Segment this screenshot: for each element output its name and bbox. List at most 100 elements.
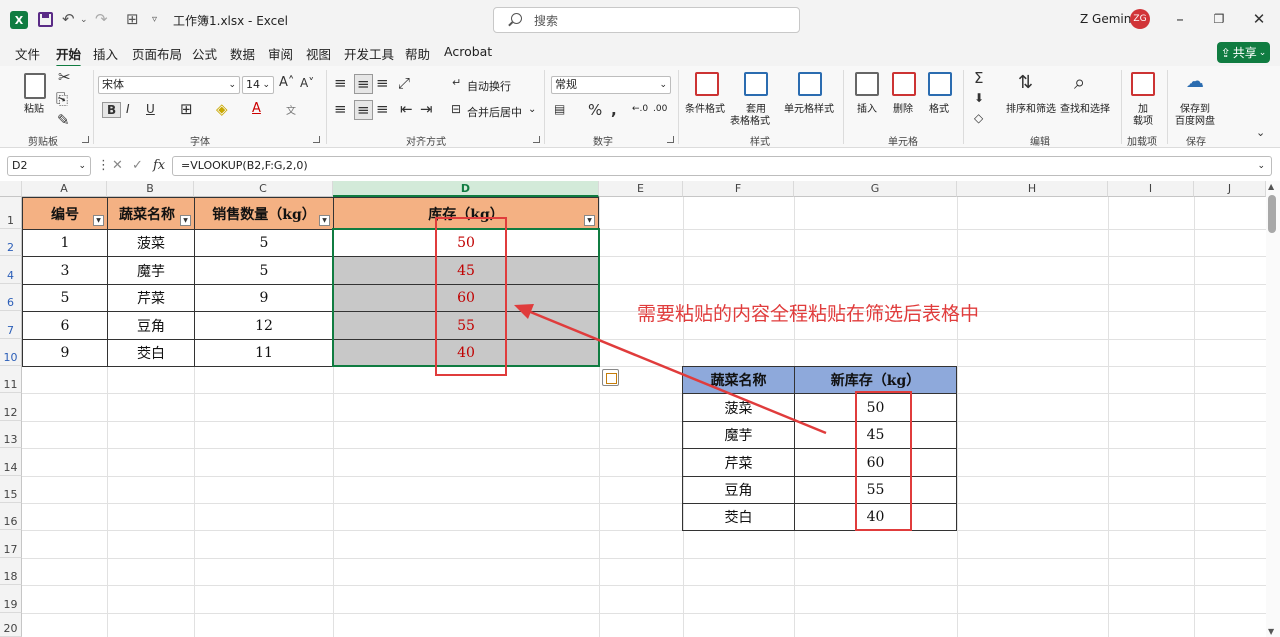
table1-cell-sales[interactable]: 5	[194, 229, 334, 257]
select-all-corner[interactable]	[0, 181, 22, 197]
table2-cell-stock[interactable]: 40	[794, 503, 957, 531]
vertical-scrollbar[interactable]	[1266, 181, 1280, 637]
table1-cell-id[interactable]: 1	[22, 229, 108, 257]
table1-cell-sales[interactable]: 11	[194, 339, 334, 367]
scroll-down-icon[interactable]: ▼	[1268, 627, 1274, 636]
tab-file[interactable]: 文件	[15, 44, 40, 63]
table2-cell-name[interactable]: 豆角	[682, 476, 795, 504]
baidu-cloud-icon[interactable]: ☁	[1186, 71, 1204, 92]
align-middle-icon[interactable]: ≡	[354, 74, 373, 94]
row-header[interactable]: 17	[0, 530, 22, 558]
table2-cell-name[interactable]: 菠菜	[682, 393, 795, 422]
table1-cell-sales[interactable]: 9	[194, 284, 334, 312]
collapse-ribbon-icon[interactable]: ⌄	[1256, 126, 1265, 139]
column-header-b[interactable]: B	[107, 181, 194, 197]
table2-cell-stock[interactable]: 50	[794, 393, 957, 422]
row-header[interactable]: 2	[0, 229, 22, 256]
scroll-up-icon[interactable]: ▲	[1268, 182, 1274, 191]
table1-cell-name[interactable]: 菠菜	[107, 229, 195, 257]
font-color-icon[interactable]: A	[252, 101, 261, 116]
increase-indent-icon[interactable]: ⇥	[420, 100, 433, 118]
find-select-icon[interactable]: ⌕	[1074, 70, 1085, 94]
redo-icon[interactable]: ↷	[95, 10, 108, 28]
undo-dropdown-icon[interactable]: ⌄	[80, 15, 88, 25]
cut-icon[interactable]: ✂	[58, 68, 71, 86]
table1-cell-stock[interactable]: 60	[333, 284, 599, 312]
row-header[interactable]: 19	[0, 585, 22, 613]
autosum-icon[interactable]: Σ	[974, 69, 983, 87]
align-top-icon[interactable]: ≡	[334, 74, 347, 92]
clipboard-launcher-icon[interactable]	[82, 136, 89, 143]
table1-cell-name[interactable]: 魔芋	[107, 256, 195, 285]
scrollbar-thumb[interactable]	[1268, 195, 1276, 233]
table1-header-stock[interactable]: 库存（kg） ▼	[333, 197, 599, 230]
formula-input[interactable]: =VLOOKUP(B2,F:G,2,0) ⌄	[172, 156, 1272, 176]
underline-icon[interactable]: U	[146, 102, 155, 116]
user-name[interactable]: Z Gemini	[1080, 12, 1135, 26]
increase-font-icon[interactable]: A˄	[279, 75, 294, 90]
row-header[interactable]: 15	[0, 476, 22, 503]
table1-cell-id[interactable]: 9	[22, 339, 108, 367]
table1-cell-id[interactable]: 3	[22, 256, 108, 285]
tab-data[interactable]: 数据	[230, 44, 255, 63]
add-ins-line2[interactable]: 载项	[1133, 112, 1153, 127]
delete-cells-icon[interactable]	[892, 72, 916, 96]
table2-cell-stock[interactable]: 45	[794, 421, 957, 449]
row-header[interactable]: 11	[0, 366, 22, 393]
format-cells-icon[interactable]	[928, 72, 952, 96]
font-name-select[interactable]: 宋体 ⌄	[98, 76, 240, 94]
format-as-table-line2[interactable]: 表格格式	[730, 112, 770, 127]
column-header-c[interactable]: C	[194, 181, 333, 197]
tab-insert[interactable]: 插入	[93, 44, 118, 63]
wrap-text-button[interactable]: 自动换行	[467, 78, 511, 94]
clear-icon[interactable]: ◇	[974, 111, 983, 125]
row-header[interactable]: 20	[0, 613, 22, 637]
align-right-icon[interactable]: ≡	[376, 100, 389, 118]
row-header[interactable]: 10	[0, 339, 22, 366]
percent-icon[interactable]: %	[588, 101, 602, 119]
undo-icon[interactable]: ↶	[62, 10, 75, 28]
share-button[interactable]: ⇪ 共享 ⌄	[1217, 42, 1270, 63]
table1-cell-stock[interactable]: 40	[333, 339, 599, 367]
avatar[interactable]: ZG	[1130, 9, 1150, 29]
sort-filter-icon[interactable]: ⇅	[1018, 72, 1033, 93]
bold-icon[interactable]: B	[102, 102, 122, 118]
decrease-decimal-icon[interactable]: .00	[653, 104, 667, 114]
row-header[interactable]: 7	[0, 311, 22, 339]
alignment-launcher-icon[interactable]	[533, 136, 540, 143]
close-icon[interactable]: ✕	[1249, 10, 1269, 28]
row-header[interactable]: 13	[0, 421, 22, 448]
orientation-icon[interactable]: ⤢	[398, 74, 410, 92]
minimize-icon[interactable]: –	[1170, 10, 1190, 28]
align-center-icon[interactable]: ≡	[354, 100, 373, 120]
paste-icon[interactable]	[24, 73, 46, 99]
insert-function-icon[interactable]: fx	[153, 158, 165, 173]
table2-cell-stock[interactable]: 60	[794, 448, 957, 477]
column-header-d[interactable]: D	[333, 181, 599, 197]
sort-filter-button[interactable]: 排序和筛选	[1006, 100, 1056, 115]
conditional-formatting-icon[interactable]	[695, 72, 719, 96]
filter-applied-icon[interactable]: ▼	[180, 215, 191, 226]
table1-cell-stock[interactable]: 45	[333, 256, 599, 285]
table1-cell-name[interactable]: 芹菜	[107, 284, 195, 312]
tab-view[interactable]: 视图	[306, 44, 331, 63]
name-box[interactable]: D2 ⌄	[7, 156, 91, 176]
table1-header-id[interactable]: 编号 ▼	[22, 197, 108, 230]
fill-icon[interactable]: ⬇	[974, 91, 984, 105]
table1-header-sales[interactable]: 销售数量（kg） ▼	[194, 197, 334, 230]
tab-help[interactable]: 帮助	[405, 44, 430, 63]
table1-cell-id[interactable]: 6	[22, 311, 108, 340]
conditional-formatting-button[interactable]: 条件格式	[685, 100, 725, 115]
fill-color-icon[interactable]: ◈	[216, 100, 228, 118]
merge-center-button[interactable]: 合并后居中	[467, 104, 522, 120]
cell-styles-icon[interactable]	[798, 72, 822, 96]
search-box[interactable]: 搜索	[493, 7, 800, 33]
font-launcher-icon[interactable]	[313, 136, 320, 143]
save-to-cloud-line2[interactable]: 百度网盘	[1175, 112, 1215, 127]
tab-review[interactable]: 审阅	[268, 44, 293, 63]
table1-header-name[interactable]: 蔬菜名称 ▼	[107, 197, 195, 230]
restore-icon[interactable]: ❐	[1209, 12, 1229, 26]
add-ins-icon[interactable]	[1131, 72, 1155, 96]
row-header[interactable]: 18	[0, 558, 22, 585]
align-left-icon[interactable]: ≡	[334, 100, 347, 118]
